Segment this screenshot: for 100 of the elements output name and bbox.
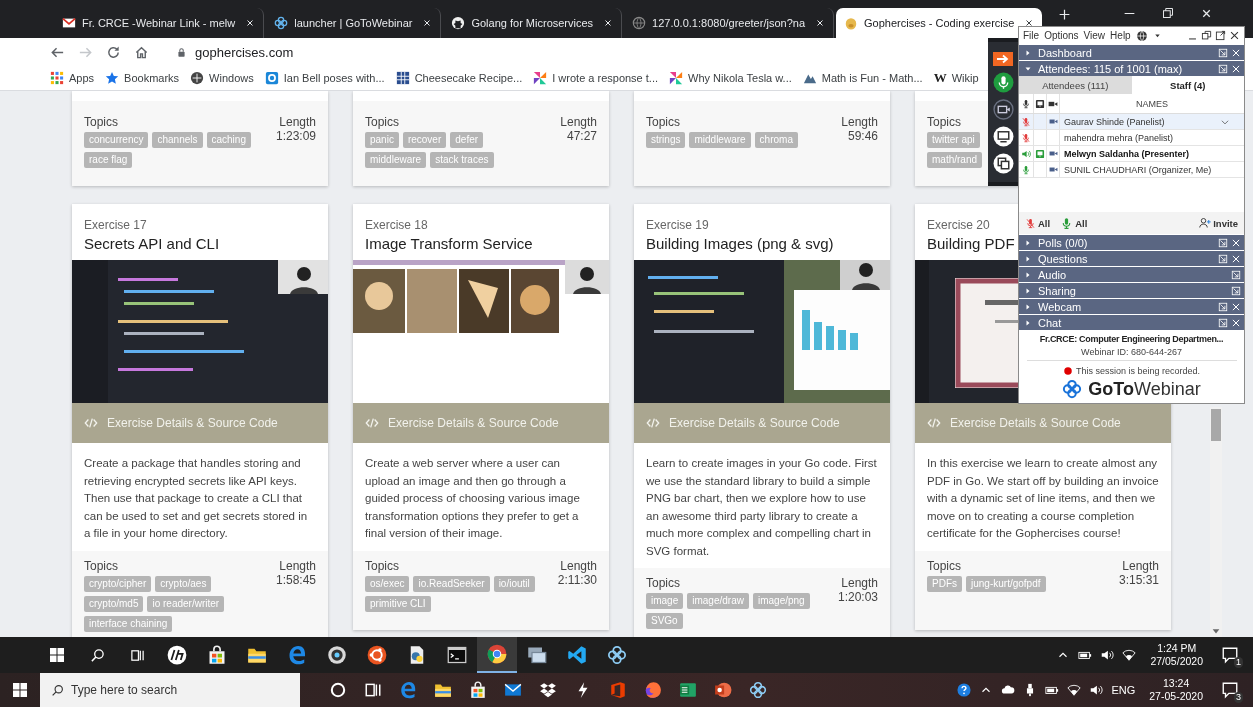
ring-logo-icon [367,645,387,665]
bookmark[interactable]: Windows [190,71,254,85]
volume-icon[interactable] [1100,648,1115,662]
caret-icon[interactable] [1152,31,1162,40]
reload-icon[interactable] [106,44,121,60]
menu-item[interactable]: Options [1044,30,1079,41]
arrow-button-icon[interactable] [993,52,1013,66]
bookmark[interactable]: Math is Fun - Math... [802,71,923,85]
topics-label: Topics [646,115,680,129]
presenter-icon [1035,148,1045,159]
unmute-all-button[interactable]: All [1060,216,1088,230]
close-icon[interactable] [1229,30,1240,41]
box-logo-icon[interactable] [538,681,557,699]
wifi-icon[interactable] [1122,648,1137,662]
restore-icon[interactable] [1201,30,1212,41]
bookmark[interactable]: Bookmarks [105,71,180,85]
attendee-row[interactable]: SUNIL CHAUDHARI (Organizer, Me) [1019,162,1244,178]
menu-item[interactable]: View [1083,30,1106,41]
card-description: Learn to create images in your Go code. First we use the standard library to build a simple PNG bar chart, then we explore how to use an awesome third party library to create a much more complex and compelling chart in SVG format. [645,456,878,559]
camera-button-icon[interactable] [992,99,1014,120]
address-field[interactable]: gophercises.com [195,44,294,60]
scroll-thumb[interactable] [1211,409,1221,441]
notification-icon [1221,681,1239,699]
pinwheel-icon [533,71,548,85]
topic-tag: interface chaining [84,615,173,632]
length-value: 1:58:45 [275,572,316,587]
language-indicator[interactable]: ENG [1111,684,1136,696]
task-view-icon[interactable] [363,681,382,699]
bookmark[interactable]: Cheesecake Recipe... [395,71,523,85]
flower-logo-icon[interactable] [748,681,767,699]
notification-button[interactable]: 1 [1217,642,1243,668]
length-value: 47:27 [566,129,597,143]
attendee-row[interactable]: Gaurav Shinde (Panelist) [1019,114,1244,130]
card-title: Image Transform Service [365,235,533,252]
screen-share-button-icon[interactable] [992,126,1014,147]
clock-time[interactable]: 13:24 [1163,677,1190,690]
recording-notice: This session is being recorded. [1075,365,1201,376]
e-logo-icon[interactable] [398,681,417,699]
pop-out-icon[interactable] [1215,30,1226,41]
scrollbar[interactable] [1210,407,1222,637]
mute-all-button[interactable]: All [1025,217,1051,229]
bookmark[interactable]: Why Nikola Tesla w... [669,71,792,85]
topic-tag: crypto/aes [155,575,212,592]
camera-icon [1048,165,1058,174]
home-icon[interactable] [134,44,149,60]
close-icon[interactable] [1024,18,1035,28]
camera-icon [1048,117,1058,126]
topics-label: Topics [365,558,399,573]
office-logo-icon[interactable] [608,681,627,699]
clock-date[interactable]: 27/05/2020 [1150,655,1203,668]
wifi-icon[interactable] [1067,683,1082,697]
help-icon[interactable] [957,683,972,697]
new-tab-icon[interactable] [1058,8,1072,21]
bookmark[interactable]: Apps [50,71,95,85]
attendee-tab[interactable]: Attendees (111) [1019,76,1132,94]
fox-logo-icon[interactable] [643,681,662,699]
close-icon[interactable] [815,18,825,28]
square-logo-icon [264,71,279,85]
column-header[interactable]: NAMES [1060,98,1244,109]
task-view-icon[interactable] [129,647,145,663]
section-header[interactable]: Audio [1019,267,1244,282]
star-icon [105,71,120,85]
topic-tag: channels [152,132,203,148]
windows-logo-icon[interactable] [49,647,65,663]
copy-button-icon[interactable] [992,153,1014,174]
close-icon[interactable] [603,18,614,28]
attendee-row[interactable]: Melwyn Saldanha (Presenter) [1019,146,1244,162]
windows-logo-icon[interactable] [12,682,28,698]
search-field[interactable]: Type here to search [40,673,300,707]
menu-item[interactable]: Help [1110,30,1131,41]
bookmark[interactable]: W Wikip [933,70,979,86]
globe-icon[interactable] [1135,29,1148,42]
restore-icon[interactable] [1162,7,1174,19]
spreadsheet-logo-icon[interactable] [678,681,697,699]
close-icon[interactable] [245,18,256,28]
clock-time[interactable]: 1:24 PM [1157,642,1197,655]
menu-item[interactable]: File [1023,30,1040,41]
close-icon[interactable] [1200,7,1213,20]
shopping-bag-icon[interactable] [468,681,487,699]
bookmark[interactable]: I wrote a response t... [533,71,659,85]
bookmark[interactable]: Ian Bell poses with... [264,71,385,85]
close-icon[interactable] [422,18,433,28]
taskbar-button[interactable] [477,637,517,673]
clock-date[interactable]: 27-05-2020 [1149,690,1203,703]
volume-icon[interactable] [1089,683,1104,697]
attendee-row[interactable]: mahendra mehra (Panelist) [1019,130,1244,146]
attendee-name: Gaurav Shinde (Panelist) [1063,116,1166,127]
microphone-button-icon[interactable] [992,72,1014,93]
invite-button[interactable]: Invite [1199,217,1238,229]
cloud-icon[interactable] [1001,683,1016,697]
invite-icon [1199,217,1212,229]
search-icon[interactable] [89,647,105,663]
envelope-icon[interactable] [503,681,522,699]
length-label: Length [841,115,878,129]
slides-logo-icon[interactable] [713,681,732,699]
ring-icon[interactable] [328,681,347,699]
section-header[interactable]: Sharing [1019,283,1244,298]
folder-icon[interactable] [433,681,452,699]
notification-button[interactable]: 3 [1217,677,1243,703]
topic-tag: image/draw [687,593,749,609]
